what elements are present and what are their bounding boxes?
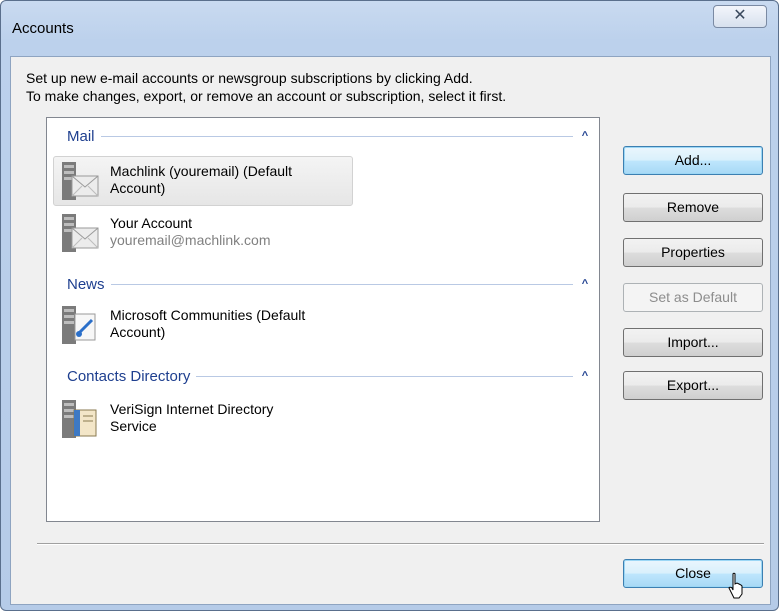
export-button[interactable]: Export... (623, 371, 763, 400)
collapse-chevron-icon[interactable]: ^ (573, 130, 597, 142)
news-server-icon (62, 306, 96, 344)
group-header-contacts[interactable]: Contacts Directory ^ (67, 366, 597, 386)
footer-separator (37, 543, 764, 545)
import-button[interactable]: Import... (623, 328, 763, 357)
group-divider (110, 283, 573, 285)
group-label-news: News (67, 275, 105, 293)
window-title: Accounts (12, 20, 74, 37)
collapse-chevron-icon[interactable]: ^ (573, 370, 597, 382)
account-name: VeriSign Internet Directory Service (110, 401, 274, 434)
mail-server-icon (62, 162, 99, 200)
account-name: Your Account youremail@machlink.com (110, 215, 271, 248)
list-item-your-account[interactable]: Your Account youremail@machlink.com (53, 208, 353, 258)
account-name: Microsoft Communities (Default Account) (110, 307, 306, 340)
add-button[interactable]: Add... (623, 146, 763, 175)
remove-button[interactable]: Remove (623, 193, 763, 222)
intro-text: Set up new e-mail accounts or newsgroup … (26, 69, 506, 105)
list-item-verisign[interactable]: VeriSign Internet Directory Service (53, 394, 353, 444)
group-label-contacts: Contacts Directory (67, 367, 191, 385)
group-header-mail[interactable]: Mail ^ (67, 126, 597, 146)
collapse-chevron-icon[interactable]: ^ (573, 278, 597, 290)
intro-line-1: Set up new e-mail accounts or newsgroup … (26, 70, 473, 86)
close-icon: ✕ (733, 7, 747, 24)
intro-line-2: To make changes, export, or remove an ac… (26, 88, 507, 104)
properties-button[interactable]: Properties (623, 238, 763, 267)
window-close-button[interactable]: ✕ (713, 5, 767, 28)
account-name: Machlink (youremail) (Default Account) (110, 163, 293, 196)
set-as-default-button[interactable]: Set as Default (623, 283, 763, 312)
list-item-microsoft-communities[interactable]: Microsoft Communities (Default Account) (53, 300, 353, 350)
mouse-pointer-icon (728, 572, 743, 599)
directory-server-icon (62, 400, 97, 438)
list-item-machlink[interactable]: Machlink (youremail) (Default Account) (53, 156, 353, 206)
accounts-list[interactable]: Mail ^ Machlink (youremail) (Default Acc… (46, 117, 600, 522)
group-divider (196, 375, 573, 377)
group-divider (100, 135, 573, 137)
group-header-news[interactable]: News ^ (67, 274, 597, 294)
group-label-mail: Mail (67, 127, 95, 145)
account-email: youremail@machlink.com (110, 232, 271, 248)
mail-server-icon (62, 214, 99, 252)
